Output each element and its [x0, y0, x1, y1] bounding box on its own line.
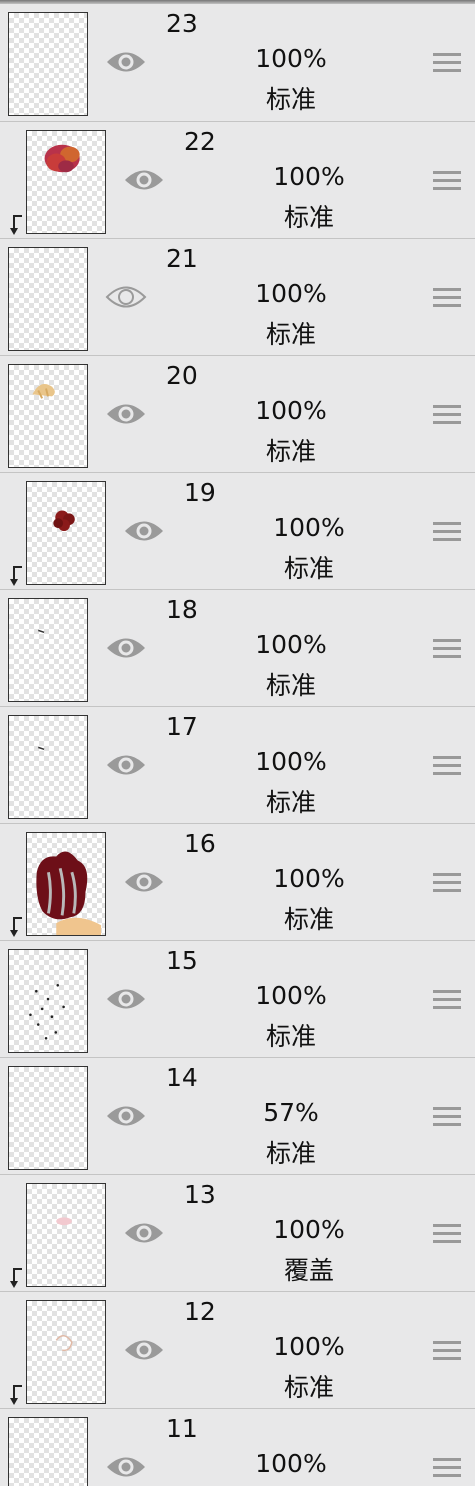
eye-outline-icon[interactable] [105, 282, 147, 312]
eye-icon[interactable] [123, 165, 165, 195]
clipping-arrow-icon [10, 1384, 24, 1406]
layer-name: 22 [184, 127, 216, 156]
layer-row[interactable]: 23 100% 标准 [0, 4, 475, 121]
layer-name: 15 [166, 946, 198, 975]
layer-name: 12 [184, 1297, 216, 1326]
layer-opacity: 100% [255, 44, 327, 73]
layer-opacity: 100% [273, 1332, 345, 1361]
layer-name: 16 [184, 829, 216, 858]
layer-opacity: 100% [273, 513, 345, 542]
eye-icon[interactable] [123, 1335, 165, 1365]
drag-handle-icon[interactable] [433, 1458, 461, 1480]
layer-opacity: 57% [263, 1098, 319, 1127]
layer-opacity: 100% [255, 747, 327, 776]
drag-handle-icon[interactable] [433, 990, 461, 1012]
drag-handle-icon[interactable] [433, 1224, 461, 1246]
layer-blend-mode: 标准 [265, 85, 316, 114]
layer-name: 20 [166, 361, 198, 390]
clipping-arrow-icon [10, 916, 24, 938]
layer-panel: 23 100% 标准 22 100% 标准 21 100% 标准 20 100% 标准 19 100% 标准… [0, 0, 475, 1486]
layer-name: 17 [166, 712, 198, 741]
eye-icon[interactable] [105, 399, 147, 429]
layer-blend-mode: 标准 [265, 320, 316, 349]
layer-name: 18 [166, 595, 198, 624]
layer-opacity: 100% [255, 1449, 327, 1478]
layer-thumbnail[interactable] [8, 1066, 88, 1170]
drag-handle-icon[interactable] [433, 1341, 461, 1363]
layer-opacity: 100% [255, 396, 327, 425]
layer-blend-mode: 标准 [283, 203, 334, 232]
layer-thumbnail[interactable] [8, 1417, 88, 1486]
layer-name: 14 [166, 1063, 198, 1092]
layer-blend-mode: 标准 [265, 1022, 316, 1051]
clipping-arrow-icon [10, 214, 24, 236]
layer-blend-mode: 标准 [283, 905, 334, 934]
layer-blend-mode: 覆盖 [283, 1256, 334, 1285]
layer-blend-mode: 标准 [265, 788, 316, 817]
eye-icon[interactable] [123, 1218, 165, 1248]
layer-thumbnail[interactable] [8, 949, 88, 1053]
layer-row[interactable]: 21 100% 标准 [0, 238, 475, 355]
layer-thumbnail[interactable] [8, 598, 88, 702]
layer-opacity: 100% [255, 981, 327, 1010]
layer-blend-mode: 标准 [283, 554, 334, 583]
drag-handle-icon[interactable] [433, 288, 461, 310]
layer-name: 19 [184, 478, 216, 507]
layer-opacity: 100% [273, 162, 345, 191]
eye-icon[interactable] [123, 516, 165, 546]
eye-icon[interactable] [123, 867, 165, 897]
eye-icon[interactable] [105, 1452, 147, 1482]
layer-blend-mode: 标准 [283, 1373, 334, 1402]
layer-name: 11 [166, 1414, 198, 1443]
drag-handle-icon[interactable] [433, 405, 461, 427]
layer-row[interactable]: 18 100% 标准 [0, 589, 475, 706]
layer-name: 23 [166, 9, 198, 38]
layer-opacity: 100% [255, 630, 327, 659]
layer-blend-mode: 标准 [265, 437, 316, 466]
layer-thumbnail[interactable] [26, 481, 106, 585]
layer-row[interactable]: 22 100% 标准 [0, 121, 475, 238]
layer-thumbnail[interactable] [26, 1300, 106, 1404]
layer-opacity: 100% [273, 864, 345, 893]
layer-row[interactable]: 19 100% 标准 [0, 472, 475, 589]
layer-name: 21 [166, 244, 198, 273]
layer-row[interactable]: 14 57% 标准 [0, 1057, 475, 1174]
drag-handle-icon[interactable] [433, 873, 461, 895]
eye-icon[interactable] [105, 47, 147, 77]
eye-icon[interactable] [105, 1101, 147, 1131]
layer-row[interactable]: 16 100% 标准 [0, 823, 475, 940]
layer-blend-mode: 标准 [265, 1139, 316, 1168]
layer-blend-mode: 标准 [265, 671, 316, 700]
clipping-arrow-icon [10, 1267, 24, 1289]
drag-handle-icon[interactable] [433, 171, 461, 193]
eye-icon[interactable] [105, 633, 147, 663]
layer-row[interactable]: 11 100% [0, 1408, 475, 1486]
drag-handle-icon[interactable] [433, 639, 461, 661]
clipping-arrow-icon [10, 565, 24, 587]
layer-thumbnail[interactable] [26, 130, 106, 234]
layer-opacity: 100% [273, 1215, 345, 1244]
layer-thumbnail[interactable] [8, 715, 88, 819]
eye-icon[interactable] [105, 984, 147, 1014]
eye-icon[interactable] [105, 750, 147, 780]
layer-thumbnail[interactable] [26, 832, 106, 936]
layer-row[interactable]: 13 100% 覆盖 [0, 1174, 475, 1291]
layer-row[interactable]: 12 100% 标准 [0, 1291, 475, 1408]
layer-opacity: 100% [255, 279, 327, 308]
drag-handle-icon[interactable] [433, 756, 461, 778]
layer-row[interactable]: 17 100% 标准 [0, 706, 475, 823]
layer-thumbnail[interactable] [26, 1183, 106, 1287]
layer-name: 13 [184, 1180, 216, 1209]
layer-thumbnail[interactable] [8, 12, 88, 116]
drag-handle-icon[interactable] [433, 53, 461, 75]
layer-thumbnail[interactable] [8, 364, 88, 468]
layer-thumbnail[interactable] [8, 247, 88, 351]
drag-handle-icon[interactable] [433, 1107, 461, 1129]
layer-row[interactable]: 15 100% 标准 [0, 940, 475, 1057]
drag-handle-icon[interactable] [433, 522, 461, 544]
layer-row[interactable]: 20 100% 标准 [0, 355, 475, 472]
